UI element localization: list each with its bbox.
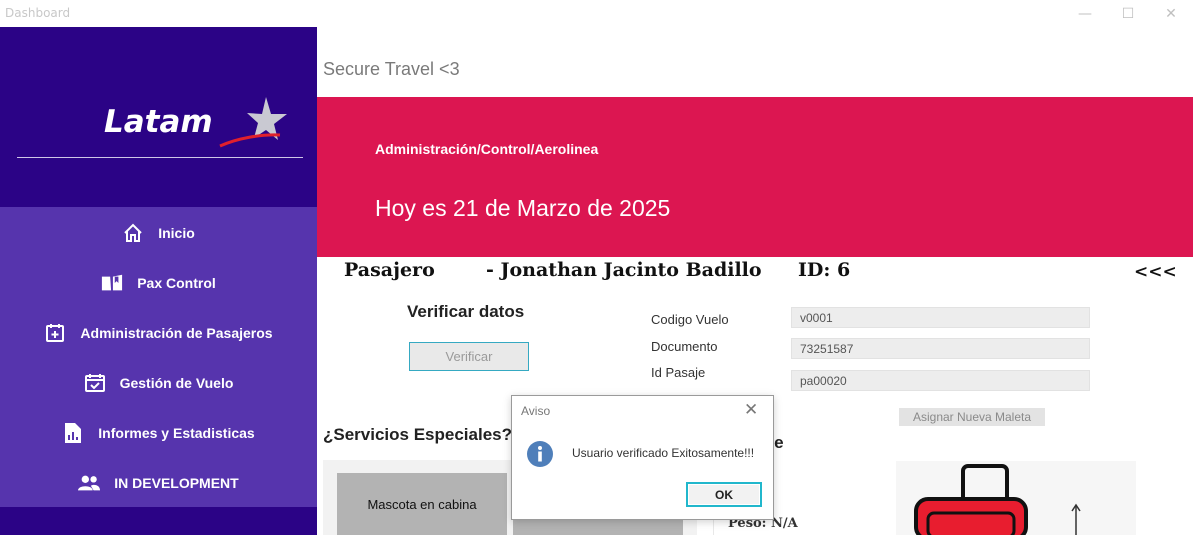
breadcrumb: Administración/Control/Aerolinea [375,141,599,157]
sidebar-item-administracion-pasajeros[interactable]: Administración de Pasajeros [0,308,317,358]
report-icon [62,422,84,444]
field-label-codigo-vuelo: Codigo Vuelo [651,312,729,327]
sidebar-item-inicio[interactable]: Inicio [0,208,317,258]
dialog-close-icon[interactable]: ✕ [744,400,758,420]
sidebar-item-label: Informes y Estadisticas [98,425,255,441]
sidebar-item-pax-control[interactable]: Pax Control [0,258,317,308]
sidebar-item-in-development[interactable]: IN DEVELOPMENT [0,458,317,508]
services-title: ¿Servicios Especiales? [323,425,512,444]
passenger-label: Pasajero [344,259,435,281]
calendar-plus-icon [44,322,66,344]
suitcase-icon [914,464,1081,535]
header-banner: Administración/Control/Aerolinea Hoy es … [317,97,1193,257]
dialog-title: Aviso [521,404,551,418]
latam-logo-text: Latam [104,104,213,140]
info-dialog: Aviso ✕ Usuario verificado Exitosamente!… [511,395,774,520]
current-date: Hoy es 21 de Marzo de 2025 [375,195,671,221]
info-icon [527,441,553,467]
assign-luggage-button[interactable]: Asignar Nueva Maleta [899,408,1045,426]
field-label-documento: Documento [651,339,718,354]
sidebar-item-label: IN DEVELOPMENT [114,475,239,491]
sidebar-item-label: Pax Control [137,275,216,291]
passenger-id: ID: 6 [798,259,851,281]
ok-button[interactable]: OK [686,482,762,507]
back-link[interactable]: <<< [1134,262,1177,282]
latam-star-logo-icon [219,97,287,148]
suitcase-panel [896,461,1136,535]
close-window-button[interactable]: ✕ [1148,0,1193,27]
sidebar-item-label: Administración de Pasajeros [80,325,273,341]
codigo-vuelo-field[interactable]: v0001 [791,307,1090,328]
passenger-name: - Jonathan Jacinto Badillo [486,259,762,281]
id-pasaje-field[interactable]: pa00020 [791,370,1090,391]
people-icon [78,472,101,494]
sidebar-item-informes[interactable]: Informes y Estadisticas [0,408,317,458]
sidebar-item-gestion-vuelo[interactable]: Gestión de Vuelo [0,358,317,408]
window-title: Dashboard [5,6,71,20]
field-label-id-pasaje: Id Pasaje [651,365,706,380]
title-bar: Dashboard — ☐ ✕ [0,0,1193,27]
service-card-mascota[interactable]: Mascota en cabina [337,473,507,535]
sidebar-item-label: Inicio [158,225,195,241]
app-brand: Secure Travel <3 [323,59,460,79]
verify-button[interactable]: Verificar [409,342,529,371]
minimize-button[interactable]: — [1062,0,1108,27]
book-icon [101,272,123,294]
maximize-button[interactable]: ☐ [1105,0,1151,27]
dialog-message: Usuario verificado Exitosamente!!! [572,446,755,460]
documento-field[interactable]: 73251587 [791,338,1090,359]
logo-divider [17,157,303,158]
sidebar-item-label: Gestión de Vuelo [119,375,234,391]
sidebar-footer [0,507,317,535]
home-icon [122,222,144,244]
calendar-check-icon [84,372,106,394]
verify-title: Verificar datos [407,302,525,321]
